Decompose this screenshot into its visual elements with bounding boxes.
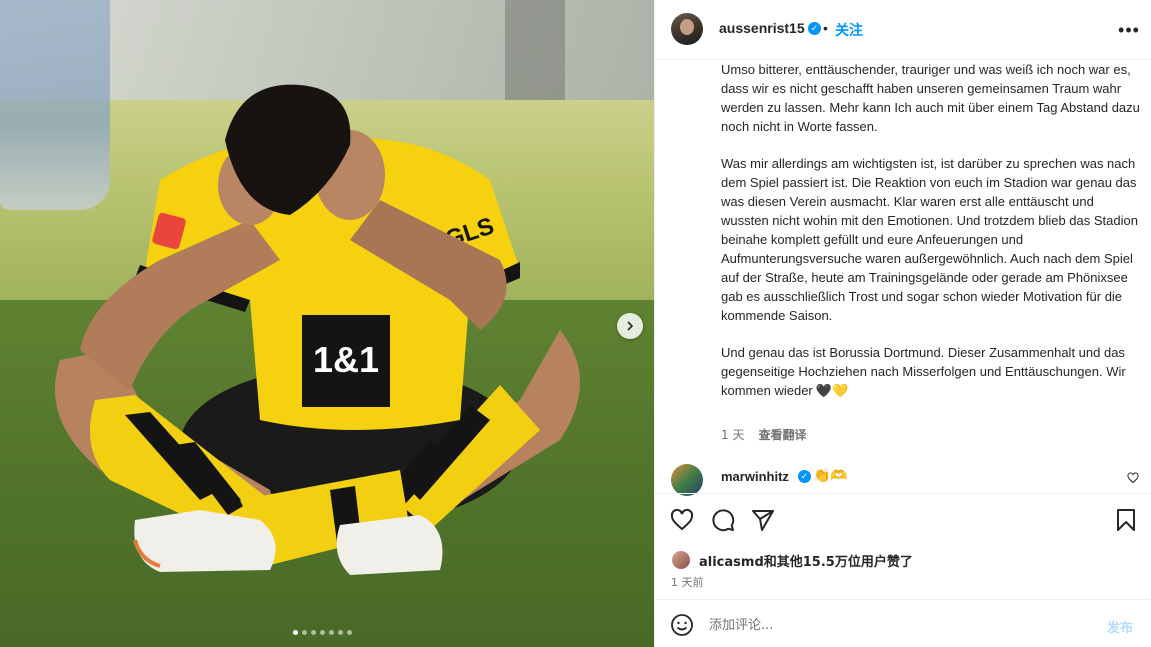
comment-item: marwinhitz ✓ 👏🫶 (655, 462, 1151, 496)
comment-composer: 发布 (655, 599, 1151, 647)
caption-paragraph: Und genau das ist Borussia Dortmund. Die… (721, 343, 1141, 400)
like-button[interactable] (669, 508, 695, 534)
yellow-heart-icon: 💛 (831, 383, 849, 398)
smiley-icon (671, 614, 693, 636)
verified-badge-icon: ✓ (798, 470, 811, 483)
post-comment-button[interactable]: 发布 (1107, 617, 1133, 636)
caption-paragraph: Umso bitterer, enttäuschender, trauriger… (721, 62, 1140, 134)
caption-meta: 1 天 查看翻译 (721, 426, 806, 443)
header-separator: • (823, 20, 828, 36)
caption-paragraph-text: Und genau das ist Borussia Dortmund. Die… (721, 345, 1126, 398)
post-caption: Umso bitterer, enttäuschender, trauriger… (721, 60, 1141, 400)
likes-summary: alicasmd和其他15.5万位用户赞了 (671, 550, 913, 570)
more-options-button[interactable]: ••• (1117, 18, 1141, 42)
shirt-sponsor-text: 1&1 (313, 339, 379, 380)
liker-avatar[interactable] (671, 550, 691, 570)
follow-button[interactable]: 关注 (835, 20, 863, 40)
next-slide-button[interactable] (617, 313, 643, 339)
caption-paragraph: Was mir allerdings am wichtigsten ist, i… (721, 156, 1138, 323)
carousel-dot[interactable] (293, 630, 298, 635)
heart-icon (1127, 472, 1139, 484)
chevron-right-icon (627, 321, 634, 331)
bookmark-icon (1117, 509, 1135, 531)
black-heart-icon: 🖤 (815, 383, 832, 398)
carousel-dot[interactable] (347, 630, 352, 635)
save-button[interactable] (1113, 508, 1139, 534)
heart-icon (670, 508, 694, 531)
carousel-dot[interactable] (302, 630, 307, 635)
commenter-avatar[interactable] (671, 464, 703, 496)
verified-badge-icon: ✓ (808, 22, 821, 35)
post-actions: alicasmd和其他15.5万位用户赞了 1 天前 (655, 493, 1151, 599)
player-illustration: 1&1 GLS (55, 84, 580, 575)
carousel-dot[interactable] (320, 630, 325, 635)
post-sidebar: aussenrist15 ✓ • 关注 ••• Umso bitterer, e… (654, 0, 1151, 647)
comment-bubble-icon (712, 509, 735, 532)
comment-input[interactable] (709, 614, 1089, 636)
comment-text: 👏🫶 (813, 467, 848, 483)
see-translation-link[interactable]: 查看翻译 (758, 426, 806, 443)
carousel-dot[interactable] (329, 630, 334, 635)
carousel-dot[interactable] (311, 630, 316, 635)
post-photo: 1&1 GLS (0, 0, 654, 647)
post-header: aussenrist15 ✓ • 关注 ••• (655, 0, 1151, 60)
share-button[interactable] (750, 508, 776, 534)
commenter-username[interactable]: marwinhitz (721, 469, 789, 484)
comment-button[interactable] (710, 508, 736, 534)
emoji-picker-button[interactable] (669, 613, 695, 639)
author-username[interactable]: aussenrist15 (719, 20, 805, 36)
author-avatar[interactable] (671, 13, 703, 45)
carousel-dots (293, 630, 352, 635)
post-age: 1 天 (721, 428, 745, 442)
carousel-dot[interactable] (338, 630, 343, 635)
paper-plane-icon (752, 510, 774, 531)
caption-scroll-area[interactable]: Umso bitterer, enttäuschender, trauriger… (655, 60, 1151, 460)
comment-like-button[interactable] (1126, 472, 1140, 486)
likes-count-text[interactable]: alicasmd和其他15.5万位用户赞了 (699, 551, 913, 570)
post-timestamp[interactable]: 1 天前 (671, 574, 704, 590)
